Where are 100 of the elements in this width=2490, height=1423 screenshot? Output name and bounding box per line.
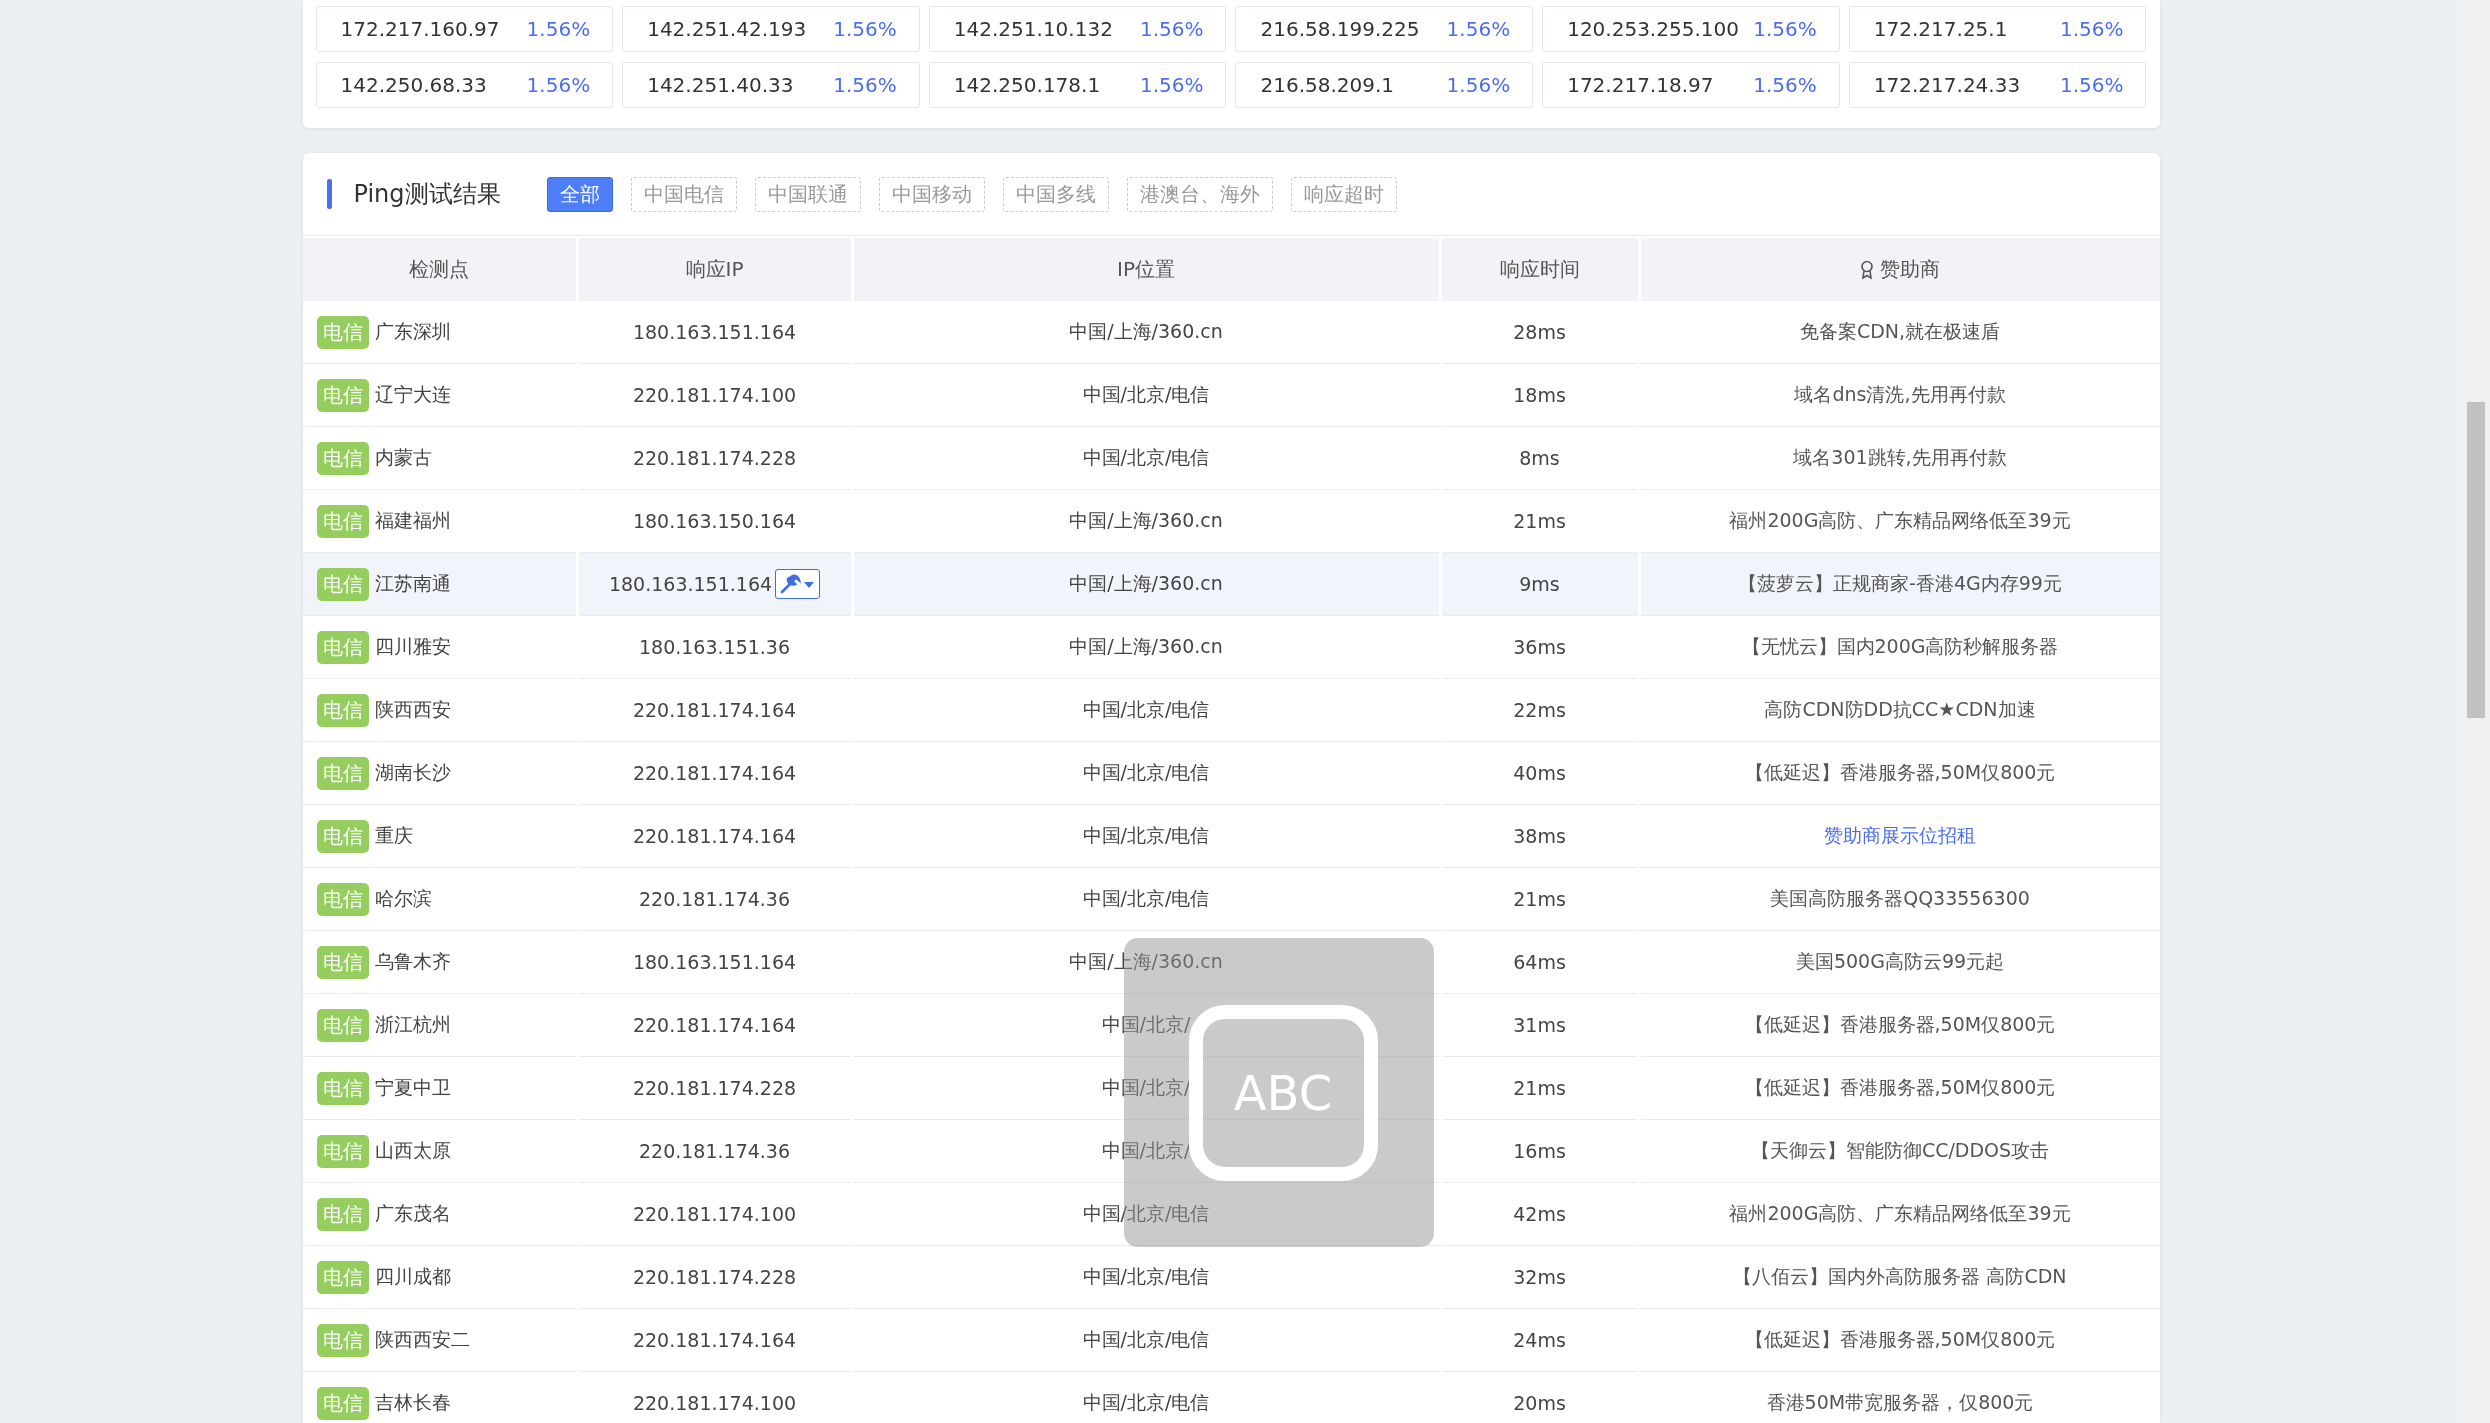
ip-address: 142.251.42.193 — [647, 17, 807, 41]
node-name: 宁夏中卫 — [374, 1075, 451, 1100]
column-header: 响应时间 — [1499, 256, 1580, 283]
isp-tag: 电信 — [316, 315, 369, 349]
response-time: 8ms — [1519, 447, 1560, 469]
node-name: 重庆 — [374, 823, 413, 848]
ip-share: 1.56% — [1139, 17, 1204, 41]
filter-tab[interactable]: 中国多线 — [1002, 176, 1109, 212]
isp-tag: 电信 — [316, 882, 369, 916]
filter-tab[interactable]: 港澳台、海外 — [1126, 176, 1273, 212]
response-ip: 220.181.174.36 — [638, 888, 791, 910]
response-time: 21ms — [1513, 1077, 1566, 1099]
sponsor-text: 【无忧云】国内200G高防秒解服务器 — [1741, 634, 2059, 659]
response-time: 36ms — [1513, 636, 1566, 658]
sponsor-text: 【天御云】智能防御CC/DDOS攻击 — [1750, 1138, 2050, 1163]
filter-tab[interactable]: 中国电信 — [630, 176, 737, 212]
ip-location: 中国/北京/电信 — [1082, 1264, 1210, 1289]
sponsor-text: 域名dns清洗,先用再付款 — [1794, 382, 2006, 407]
sponsor-text: 【低延迟】香港服务器,50M仅800元 — [1744, 1012, 2056, 1037]
filter-tab[interactable]: 全部 — [546, 176, 613, 212]
ip-address: 142.251.40.33 — [647, 73, 794, 97]
response-time: 16ms — [1513, 1140, 1566, 1162]
ip-location: 中国/北京/电信 — [1082, 823, 1210, 848]
isp-tag: 电信 — [316, 441, 369, 475]
response-ip: 220.181.174.228 — [632, 1266, 797, 1288]
ip-location: 中国/北京/电信 — [1082, 1201, 1210, 1226]
isp-tag: 电信 — [316, 567, 369, 601]
filter-tab[interactable]: 中国联通 — [754, 176, 861, 212]
tool-menu-button[interactable] — [775, 569, 821, 599]
title-accent-bar — [326, 179, 332, 209]
isp-tag: 电信 — [316, 1134, 369, 1168]
filter-tab[interactable]: 中国移动 — [878, 176, 985, 212]
isp-tag: 电信 — [316, 1008, 369, 1042]
ip-share: 1.56% — [833, 73, 897, 97]
isp-tag: 电信 — [316, 378, 369, 412]
isp-tag: 电信 — [316, 630, 369, 664]
ip-location: 中国/上海/360.cn — [1069, 319, 1223, 344]
ip-location: 中国/北京/ — [1101, 1012, 1191, 1037]
response-ip: 220.181.174.228 — [632, 447, 797, 469]
column-header: 响应IP — [685, 256, 744, 283]
node-name: 乌鲁木齐 — [374, 949, 451, 974]
sponsor-text: 高防CDN防DD抗CC★CDN加速 — [1764, 697, 2036, 722]
node-name: 四川成都 — [374, 1264, 451, 1289]
response-ip: 180.163.150.164 — [632, 510, 797, 532]
response-ip: 180.163.151.36 — [638, 636, 791, 658]
ip-location: 中国/上海/360.cn — [1069, 949, 1223, 974]
ip-location: 中国/上海/360.cn — [1069, 508, 1223, 533]
response-ip: 220.181.174.36 — [638, 1140, 791, 1162]
node-name: 吉林长春 — [374, 1390, 451, 1415]
node-name: 福建福州 — [374, 508, 451, 533]
sponsor-text: 美国500G高防云99元起 — [1795, 949, 2005, 974]
response-ip: 220.181.174.164 — [632, 1014, 797, 1036]
column-header: IP位置 — [1117, 256, 1175, 283]
response-ip: 180.163.151.164 — [632, 321, 797, 343]
ip-address: 216.58.209.1 — [1260, 73, 1395, 97]
response-time: 9ms — [1519, 573, 1560, 595]
response-ip: 180.163.151.164 — [632, 951, 797, 973]
ip-address: 216.58.199.225 — [1260, 17, 1420, 41]
response-ip: 220.181.174.100 — [632, 384, 797, 406]
response-time: 64ms — [1513, 951, 1566, 973]
node-name: 陕西西安二 — [374, 1327, 470, 1352]
isp-tag: 电信 — [316, 504, 369, 538]
response-time: 40ms — [1513, 762, 1566, 784]
ip-location: 中国/北京/电信 — [1082, 1327, 1210, 1352]
scrollbar[interactable] — [2462, 0, 2490, 1423]
wrench-icon — [779, 574, 816, 594]
node-name: 四川雅安 — [374, 634, 451, 659]
ip-location: 中国/上海/360.cn — [1069, 571, 1223, 596]
response-ip: 220.181.174.100 — [632, 1392, 797, 1414]
ip-address: 172.217.18.97 — [1567, 73, 1714, 97]
response-time: 24ms — [1513, 1329, 1566, 1351]
response-ip: 220.181.174.228 — [632, 1077, 797, 1099]
ip-share: 1.56% — [1446, 73, 1511, 97]
response-time: 22ms — [1513, 699, 1566, 721]
node-name: 陕西西安 — [374, 697, 451, 722]
award-icon — [1860, 259, 1874, 280]
ip-location: 中国/上海/360.cn — [1069, 634, 1223, 659]
sponsor-link[interactable]: 赞助商展示位招租 — [1824, 823, 1976, 849]
response-time: 21ms — [1513, 888, 1566, 910]
node-name: 湖南长沙 — [374, 760, 451, 785]
node-name: 内蒙古 — [374, 445, 432, 470]
sponsor-text: 【八佰云】国内外高防服务器 高防CDN — [1733, 1264, 2067, 1289]
response-time: 20ms — [1513, 1392, 1566, 1414]
ip-address: 142.250.68.33 — [340, 73, 487, 97]
filter-tab[interactable]: 响应超时 — [1290, 176, 1397, 212]
ip-address: 172.217.160.97 — [340, 17, 500, 41]
ip-location: 中国/北京/电信 — [1082, 382, 1210, 407]
sponsor-text: 【低延迟】香港服务器,50M仅800元 — [1744, 760, 2056, 785]
node-name: 山西太原 — [374, 1138, 451, 1163]
sponsor-text: 福州200G高防、广东精品网络低至39元 — [1729, 508, 2071, 533]
response-ip: 220.181.174.164 — [632, 1329, 797, 1351]
response-ip: 180.163.151.164 — [608, 573, 773, 595]
panel-title: Ping测试结果 — [353, 179, 501, 210]
sponsor-text: 【低延迟】香港服务器,50M仅800元 — [1744, 1075, 2056, 1100]
response-time: 32ms — [1513, 1266, 1566, 1288]
column-header: 赞助商 — [1880, 256, 1940, 283]
column-header: 检测点 — [409, 256, 469, 283]
isp-tag: 电信 — [316, 1260, 369, 1294]
ip-location: 中国/北京/电信 — [1082, 445, 1210, 470]
response-time: 31ms — [1513, 1014, 1566, 1036]
